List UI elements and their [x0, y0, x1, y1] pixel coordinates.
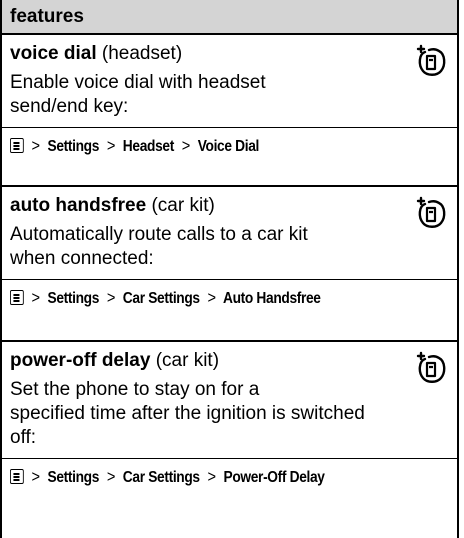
path-separator: >	[31, 136, 41, 155]
path-step: Settings	[47, 469, 100, 486]
path-separator: >	[181, 136, 191, 155]
menu-path: > Settings > Car Settings > Auto Handsfr…	[10, 280, 388, 315]
description-line: specified time after the ignition is swi…	[10, 403, 365, 424]
feature-description: Enable voice dial with headset send/end …	[10, 65, 449, 127]
manual-page: features voice dial (headset) Enable voi…	[0, 0, 464, 538]
menu-key-icon	[10, 290, 24, 305]
feature-voice-dial: voice dial (headset) Enable voice dial w…	[2, 35, 457, 187]
menu-key-icon	[10, 469, 24, 484]
path-step: Car Settings	[122, 469, 200, 486]
path-step: Auto Handsfree	[222, 290, 321, 307]
network-subscription-icon	[416, 196, 446, 228]
network-subscription-icon	[416, 351, 446, 383]
path-separator: >	[106, 467, 116, 486]
feature-power-off-delay: power-off delay (car kit) Set the phone …	[2, 342, 457, 536]
path-separator: >	[207, 467, 217, 486]
path-step: Power-Off Delay	[223, 469, 325, 486]
path-step: Car Settings	[122, 290, 200, 307]
path-separator: >	[207, 288, 217, 307]
table-header-title: features	[10, 5, 84, 27]
network-subscription-icon	[416, 44, 446, 76]
table-header: features	[2, 0, 457, 35]
feature-title: voice dial (headset)	[10, 35, 449, 65]
description-line: send/end key:	[10, 96, 129, 117]
features-table: features voice dial (headset) Enable voi…	[0, 0, 459, 538]
feature-name: voice dial	[10, 43, 97, 64]
feature-qualifier: (car kit)	[155, 350, 220, 371]
menu-path: > Settings > Car Settings > Power-Off De…	[10, 459, 388, 494]
path-step: Settings	[47, 290, 100, 307]
feature-description: Set the phone to stay on for a specified…	[10, 372, 449, 458]
feature-description: Automatically route calls to a car kit w…	[10, 217, 449, 279]
feature-name: power-off delay	[10, 350, 151, 371]
path-step: Headset	[122, 138, 174, 155]
feature-qualifier: (headset)	[101, 43, 183, 64]
path-separator: >	[106, 136, 116, 155]
menu-key-icon	[10, 138, 24, 153]
path-step: Settings	[47, 138, 100, 155]
description-line: off:	[10, 427, 37, 448]
feature-name: auto handsfree	[10, 195, 147, 216]
description-line: Automatically route calls to a car kit	[10, 224, 308, 245]
feature-title: auto handsfree (car kit)	[10, 187, 449, 217]
feature-auto-handsfree: auto handsfree (car kit) Automatically r…	[2, 187, 457, 342]
menu-path: > Settings > Headset > Voice Dial	[10, 128, 388, 163]
path-separator: >	[106, 288, 116, 307]
path-separator: >	[31, 288, 41, 307]
description-line: Enable voice dial with headset	[10, 72, 266, 93]
description-line: Set the phone to stay on for a	[10, 379, 260, 400]
path-step: Voice Dial	[197, 138, 260, 155]
feature-qualifier: (car kit)	[151, 195, 215, 216]
description-line: when connected:	[10, 248, 154, 269]
feature-title: power-off delay (car kit)	[10, 342, 449, 372]
path-separator: >	[31, 467, 41, 486]
